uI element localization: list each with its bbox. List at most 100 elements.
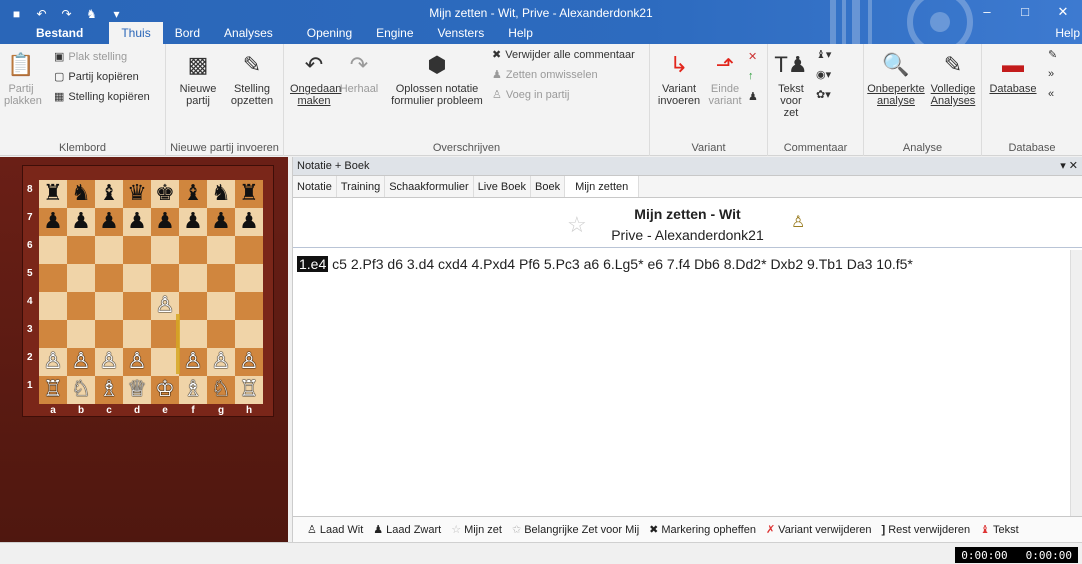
maximize-button[interactable]: □: [1006, 0, 1044, 24]
board-square-a4[interactable]: [39, 292, 67, 320]
board-square-g5[interactable]: [207, 264, 235, 292]
text-before-move-button[interactable]: T♟ Tekst voor zet: [772, 50, 810, 120]
board-square-h3[interactable]: [235, 320, 263, 348]
unlimited-analysis-button[interactable]: 🔍 Onbeperkte analyse: [866, 50, 926, 108]
board-square-d5[interactable]: [123, 264, 151, 292]
text-button[interactable]: ♝ Tekst: [980, 523, 1019, 537]
tab-thuis[interactable]: Thuis: [109, 22, 163, 44]
setup-position-button[interactable]: ✎ Stelling opzetten: [224, 50, 280, 108]
variant-delete-icon[interactable]: ✕: [748, 50, 757, 63]
delete-comments-button[interactable]: ✖ Verwijder alle commentaar: [492, 48, 635, 62]
variant-pawn-icon[interactable]: ♟: [748, 90, 758, 103]
tab-vensters[interactable]: Vensters: [426, 22, 497, 44]
board-square-d8[interactable]: ♛: [123, 180, 151, 208]
board-square-c6[interactable]: [95, 236, 123, 264]
help-link[interactable]: Help: [1055, 22, 1082, 44]
board-square-g8[interactable]: ♞: [207, 180, 235, 208]
db-edit-icon[interactable]: ✎: [1048, 48, 1057, 61]
tab-bord[interactable]: Bord: [163, 22, 212, 44]
board-square-a1[interactable]: ♖: [39, 376, 67, 404]
full-analysis-button[interactable]: ✎ Volledige Analyses: [926, 50, 980, 108]
board-square-f2[interactable]: ♙: [179, 348, 207, 376]
move[interactable]: 4.Pxd4: [472, 256, 516, 272]
insert-in-game-button[interactable]: ♙ Voeg in partij: [492, 88, 569, 102]
variant-promote-icon[interactable]: ↑: [748, 70, 754, 82]
board-square-f8[interactable]: ♝: [179, 180, 207, 208]
move[interactable]: 7.f4: [667, 256, 690, 272]
tab-help[interactable]: Help: [496, 22, 545, 44]
undo-button[interactable]: ↶ Ongedaan maken: [290, 50, 341, 108]
board-square-e8[interactable]: ♚: [151, 180, 179, 208]
new-game-button[interactable]: ▩ Nieuwe partij: [172, 50, 224, 108]
vertical-scrollbar[interactable]: [1070, 250, 1082, 516]
solve-problem-button[interactable]: ⬢ Oplossen notatie formulier probleem: [388, 50, 486, 108]
move[interactable]: c5: [332, 256, 347, 272]
annotation-symbol-icon[interactable]: ♝▾: [816, 48, 831, 61]
move[interactable]: 10.f5*: [876, 256, 913, 272]
board-square-f3[interactable]: [179, 320, 207, 348]
board-square-d4[interactable]: [123, 292, 151, 320]
board-square-g4[interactable]: [207, 292, 235, 320]
eval-symbol-icon[interactable]: ◉▾: [816, 68, 831, 81]
board-square-a3[interactable]: [39, 320, 67, 348]
board-square-e5[interactable]: [151, 264, 179, 292]
board-square-g2[interactable]: ♙: [207, 348, 235, 376]
db-back-icon[interactable]: «: [1048, 88, 1054, 100]
board-square-d6[interactable]: [123, 236, 151, 264]
board-square-a5[interactable]: [39, 264, 67, 292]
load-black-button[interactable]: ♟ Laad Zwart: [373, 523, 441, 537]
board-square-b6[interactable]: [67, 236, 95, 264]
board-square-b1[interactable]: ♘: [67, 376, 95, 404]
copy-position-button[interactable]: ▦ Stelling kopiëren: [54, 90, 150, 104]
database-button[interactable]: ▬ Database: [986, 50, 1040, 96]
delete-rest-button[interactable]: ] Rest verwijderen: [882, 524, 971, 536]
board-square-h8[interactable]: ♜: [235, 180, 263, 208]
board-square-h6[interactable]: [235, 236, 263, 264]
tab-analyses[interactable]: Analyses: [212, 22, 285, 44]
close-button[interactable]: ✕: [1044, 0, 1082, 24]
board-square-e4[interactable]: ♙: [151, 292, 179, 320]
board-square-b5[interactable]: [67, 264, 95, 292]
tab-engine[interactable]: Engine: [364, 22, 425, 44]
board-square-c5[interactable]: [95, 264, 123, 292]
board-square-c1[interactable]: ♗: [95, 376, 123, 404]
tab-mijn-zetten[interactable]: Mijn zetten: [565, 176, 640, 197]
board-square-g3[interactable]: [207, 320, 235, 348]
move[interactable]: Db6: [694, 256, 720, 272]
board-square-b8[interactable]: ♞: [67, 180, 95, 208]
delete-variant-button[interactable]: ✗ Variant verwijderen: [766, 523, 872, 537]
move[interactable]: a6: [584, 256, 600, 272]
board-square-h2[interactable]: ♙: [235, 348, 263, 376]
minimize-button[interactable]: –: [968, 0, 1006, 24]
panel-menu-icon[interactable]: ▾ ✕: [1060, 157, 1078, 176]
clear-marking-button[interactable]: ✖ Markering opheffen: [649, 523, 756, 537]
move[interactable]: Pf6: [519, 256, 540, 272]
chess-board[interactable]: ♜ ♞ ♝ ♛ ♚ ♝ ♞ ♜ ♟ ♟ ♟ ♟ ♟ ♟ ♟ ♟ ♙ ♙ ♙ ♙ ♙ ♙ ♙ ♙ ♖ ♘ ♗ ♕ ♔ ♗ ♘ ♖: [39, 180, 263, 404]
color-symbol-icon[interactable]: ✿▾: [816, 88, 831, 101]
board-square-d3[interactable]: [123, 320, 151, 348]
paste-position-button[interactable]: ▣ Plak stelling: [54, 50, 127, 64]
board-square-h4[interactable]: [235, 292, 263, 320]
tab-bestand[interactable]: Bestand: [0, 22, 109, 44]
board-square-g7[interactable]: ♟: [207, 208, 235, 236]
board-square-b3[interactable]: [67, 320, 95, 348]
move[interactable]: 3.d4: [407, 256, 434, 272]
move[interactable]: Da3: [847, 256, 873, 272]
end-variant-button[interactable]: ⬏ Einde variant: [704, 50, 746, 108]
tab-opening[interactable]: Opening: [285, 22, 364, 44]
tab-live-boek[interactable]: Live Boek: [474, 176, 531, 197]
load-white-button[interactable]: ♙ Laad Wit: [307, 523, 363, 537]
move[interactable]: 6.Lg5*: [603, 256, 643, 272]
tab-schaakformulier[interactable]: Schaakformulier: [385, 176, 474, 197]
tab-training[interactable]: Training: [337, 176, 386, 197]
tab-notatie[interactable]: Notatie: [293, 176, 337, 197]
board-square-e2[interactable]: [151, 348, 179, 376]
board-square-f1[interactable]: ♗: [179, 376, 207, 404]
move[interactable]: 2.Pf3: [351, 256, 384, 272]
move[interactable]: cxd4: [438, 256, 468, 272]
important-move-button[interactable]: ✩ Belangrijke Zet voor Mij: [512, 523, 639, 537]
board-square-h5[interactable]: [235, 264, 263, 292]
move[interactable]: 8.Dd2*: [724, 256, 767, 272]
move[interactable]: e6: [647, 256, 663, 272]
board-square-e3[interactable]: [151, 320, 179, 348]
